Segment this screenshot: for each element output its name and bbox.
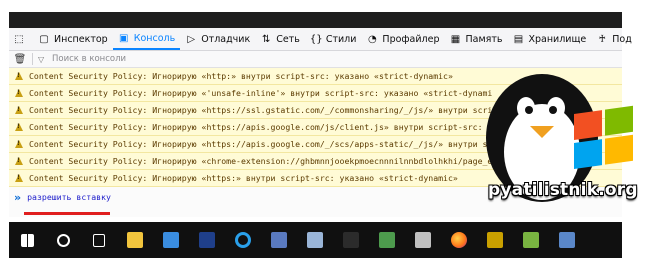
console-message-text: Content Security Policy: Игнорирую «http… [29,105,517,115]
tab-label: Хранилище [528,33,587,45]
console-message-text: Content Security Policy: Игнорирую «'uns… [29,88,493,98]
inspector-icon: ▢ [39,33,49,45]
network-icon: ⇅ [262,33,271,45]
tab-memory[interactable]: ▦ Память [444,28,507,50]
chevron-prompt-icon: » [14,190,22,204]
app-taskbar-7[interactable] [549,222,585,258]
file-explorer-icon [127,232,143,248]
search-icon [56,233,70,247]
accessibility-icon: ♰ [598,33,606,45]
tab-style-editor[interactable]: {} Стили [305,28,362,50]
warning-icon [15,157,23,165]
tab-label: Консоль [133,32,176,44]
memory-icon: ▦ [450,33,461,45]
warning-icon [15,174,23,182]
tab-performance[interactable]: ◔ Профайлер [361,28,444,50]
app-taskbar-4-icon [415,232,431,248]
devtools-toolbar: ⬚ ▢ Инспектор ▣ Консоль ▷ Отладчик ⇅ Сет… [9,28,632,51]
firefox-icon [451,232,467,248]
tab-network[interactable]: ⇅ Сеть [255,28,305,50]
app-taskbar-5-icon [487,232,503,248]
element-picker-button[interactable]: ⬚ [9,28,33,50]
tab-label: Отладчик [201,33,251,45]
app-taskbar-5[interactable] [477,222,513,258]
warning-icon [15,123,23,131]
app-taskbar-3-icon [379,232,395,248]
internet-explorer-icon [235,232,251,248]
storage-icon: ▤ [513,33,524,45]
app-taskbar-6-icon [523,232,539,248]
start-button[interactable] [9,222,45,258]
firefox-taskbar[interactable] [441,222,477,258]
warning-icon [15,106,23,114]
logo-watermark-text: pyatilistnik.org [488,180,638,200]
console-input[interactable]: разрешить вставку [27,192,111,202]
cmd-taskbar[interactable] [333,222,369,258]
tab-label: Сеть [276,33,300,45]
powershell-taskbar[interactable] [189,222,225,258]
tab-label: Профайлер [382,33,440,45]
warning-icon [15,72,23,80]
file-explorer-taskbar[interactable] [117,222,153,258]
tab-console[interactable]: ▣ Консоль [112,28,181,50]
app-taskbar-3[interactable] [369,222,405,258]
app-taskbar-2[interactable] [297,222,333,258]
powershell-icon [199,232,215,248]
cmd-icon [343,232,359,248]
app-taskbar-1[interactable] [261,222,297,258]
performance-icon: ◔ [368,33,377,45]
tab-storage[interactable]: ▤ Хранилище [507,28,591,50]
element-picker-icon: ⬚ [14,33,24,45]
app-taskbar-6[interactable] [513,222,549,258]
task-view-icon [93,233,105,247]
windows-taskbar [9,222,622,258]
app-taskbar-7-icon [559,232,575,248]
server-manager-icon [163,232,179,248]
debugger-icon: ▷ [187,33,196,45]
app-taskbar-1-icon [271,232,287,248]
trash-icon[interactable]: 🗑 [13,54,27,65]
task-view-button[interactable] [81,222,117,258]
warning-icon [15,89,23,97]
server-manager-taskbar[interactable] [153,222,189,258]
warning-icon [15,140,23,148]
tab-label: Инспектор [54,33,108,45]
console-icon: ▣ [118,32,129,44]
tab-label: Память [465,33,503,45]
internet-explorer-taskbar[interactable] [225,222,261,258]
tab-label: Под [612,33,632,45]
console-message-text: Content Security Policy: Игнорирую «http… [29,71,453,81]
console-filter-input[interactable]: Поиск в консоли [52,54,126,64]
app-taskbar-2-icon [307,232,323,248]
window-title-bar [9,12,622,28]
filter-icon: ▽ [38,54,45,64]
tab-label: Стили [325,33,357,45]
search-button[interactable] [45,222,81,258]
style-editor-icon: {} [309,33,323,45]
tab-inspector[interactable]: ▢ Инспектор [33,28,113,50]
red-underline-annotation [24,212,110,215]
start-icon [20,233,34,247]
tab-accessibility[interactable]: ♰ Под [591,28,637,50]
console-message-text: Content Security Policy: Игнорирую «http… [29,139,503,149]
toolbar-divider [32,53,33,65]
tab-debugger[interactable]: ▷ Отладчик [180,28,255,50]
console-message-text: Content Security Policy: Игнорирую «chro… [29,156,493,166]
app-taskbar-4[interactable] [405,222,441,258]
console-message-text: Content Security Policy: Игнорирую «http… [29,122,493,132]
console-message-text: Content Security Policy: Игнорирую «http… [29,173,458,183]
